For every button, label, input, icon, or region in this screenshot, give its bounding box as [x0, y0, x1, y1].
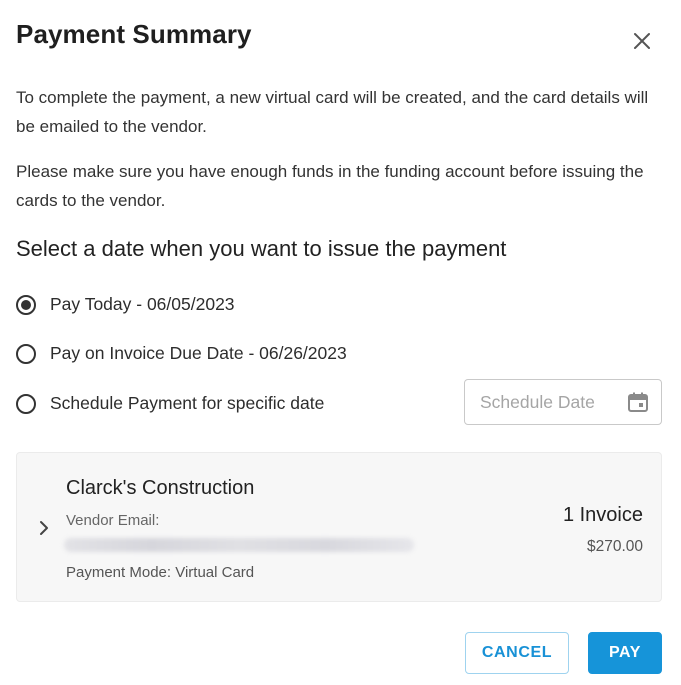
- schedule-date-placeholder: Schedule Date: [480, 391, 595, 412]
- chevron-right-icon[interactable]: [36, 519, 52, 537]
- radio-label: Pay Today - 06/05/2023: [50, 294, 235, 314]
- radio-button-selected[interactable]: [16, 294, 36, 315]
- close-icon[interactable]: [633, 32, 651, 50]
- payment-summary-dialog: Payment Summary To complete the payment,…: [0, 0, 681, 685]
- calendar-icon[interactable]: [627, 391, 649, 413]
- pay-button[interactable]: PAY: [588, 632, 662, 674]
- cancel-button[interactable]: CANCEL: [465, 632, 569, 674]
- radio-label: Schedule Payment for specific date: [50, 393, 325, 413]
- radio-option-schedule[interactable]: Schedule Payment for specific date: [16, 393, 324, 414]
- radio-button[interactable]: [16, 343, 36, 364]
- info-paragraph-funds: Please make sure you have enough funds i…: [16, 162, 644, 210]
- close-button[interactable]: [628, 27, 656, 55]
- invoice-count: 1 Invoice: [562, 504, 643, 526]
- radio-option-due-date[interactable]: Pay on Invoice Due Date - 06/26/2023: [16, 343, 347, 364]
- radio-option-pay-today[interactable]: Pay Today - 06/05/2023: [16, 294, 235, 315]
- schedule-date-input[interactable]: Schedule Date: [464, 379, 662, 425]
- vendor-email-label: Vendor Email:: [66, 512, 160, 529]
- radio-button[interactable]: [16, 393, 36, 414]
- payment-mode: Payment Mode: Virtual Card: [66, 564, 255, 581]
- vendor-summary-card: Clarck's Construction Vendor Email: Paym…: [16, 452, 662, 602]
- radio-label: Pay on Invoice Due Date - 06/26/2023: [50, 343, 347, 363]
- vendor-email-redacted: [64, 538, 414, 552]
- info-paragraph-virtual-card: To complete the payment, a new virtual c…: [16, 88, 649, 136]
- dialog-title: Payment Summary: [16, 19, 252, 49]
- vendor-name: Clarck's Construction: [66, 477, 255, 499]
- invoice-amount: $270.00: [586, 538, 643, 555]
- date-selection-heading: Select a date when you want to issue the…: [16, 236, 507, 261]
